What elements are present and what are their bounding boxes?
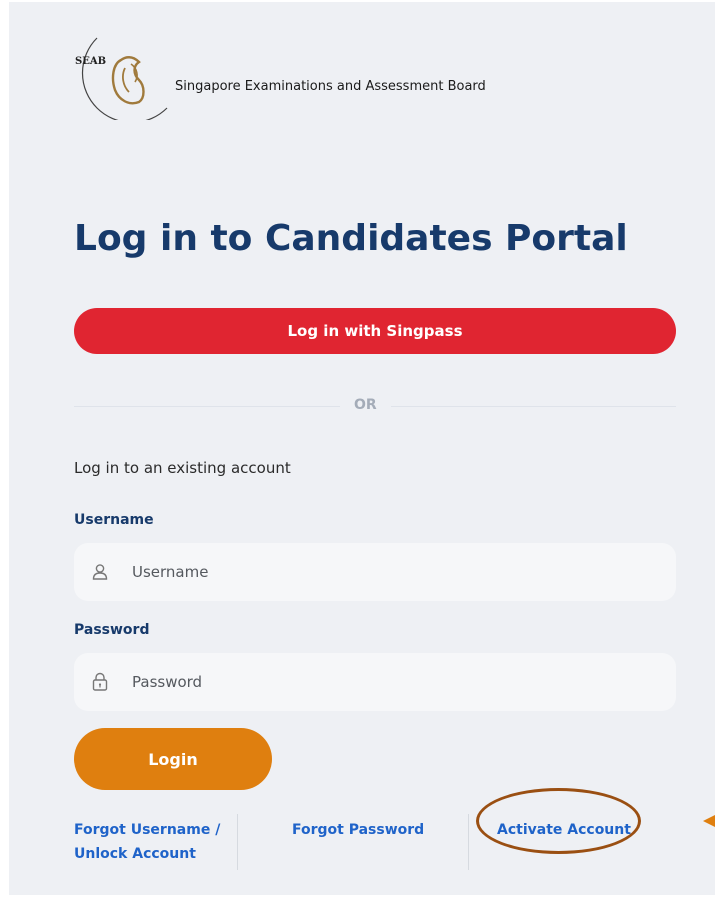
forgot-username-link[interactable]: Forgot Username / Unlock Account bbox=[74, 818, 220, 866]
seab-logo: SEAB bbox=[73, 20, 173, 124]
forgot-username-line1: Forgot Username / bbox=[74, 822, 221, 838]
org-name: Singapore Examinations and Assessment Bo… bbox=[175, 79, 486, 94]
svg-text:SEAB: SEAB bbox=[75, 56, 106, 67]
arrow-icon bbox=[703, 815, 715, 827]
user-icon bbox=[90, 562, 110, 582]
singpass-login-button[interactable]: Log in with Singpass bbox=[74, 308, 676, 354]
password-input[interactable] bbox=[130, 672, 634, 692]
login-button[interactable]: Login bbox=[74, 728, 272, 790]
forgot-username-line2: Unlock Account bbox=[74, 846, 196, 862]
username-label: Username bbox=[74, 512, 154, 528]
or-text: OR bbox=[340, 397, 391, 413]
highlight-ellipse bbox=[476, 788, 641, 854]
page-title: Log in to Candidates Portal bbox=[74, 218, 628, 259]
password-label: Password bbox=[74, 622, 150, 638]
existing-account-text: Log in to an existing account bbox=[74, 459, 291, 477]
lock-icon bbox=[90, 672, 110, 692]
link-separator bbox=[468, 814, 469, 870]
password-field[interactable] bbox=[74, 653, 676, 711]
username-input[interactable] bbox=[130, 562, 634, 582]
link-separator bbox=[237, 814, 238, 870]
forgot-password-link[interactable]: Forgot Password bbox=[292, 818, 424, 842]
username-field[interactable] bbox=[74, 543, 676, 601]
